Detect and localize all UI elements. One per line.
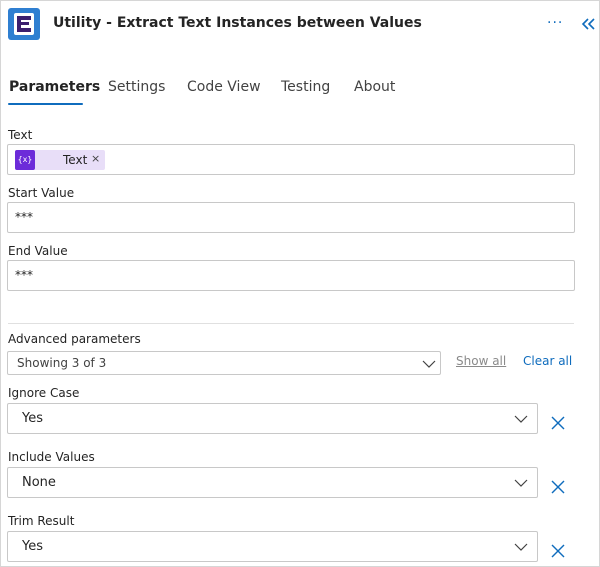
chevron-down-icon (514, 415, 528, 423)
panel-header: Utility - Extract Text Instances between… (1, 1, 599, 49)
more-options-button[interactable]: ··· (547, 13, 565, 33)
tab-parameters[interactable]: Parameters (9, 79, 100, 95)
end-value-text: *** (15, 268, 33, 282)
start-value-label: Start Value (8, 186, 75, 200)
section-divider (8, 323, 574, 324)
tab-code-view[interactable]: Code View (187, 79, 261, 95)
include-values-value: None (22, 475, 56, 490)
double-chevron-left-icon (581, 18, 595, 30)
chevron-down-icon (422, 360, 436, 368)
token-remove-icon[interactable]: × (91, 152, 100, 165)
text-label: Text (8, 128, 33, 142)
ignore-case-dropdown[interactable]: Yes (7, 403, 538, 434)
trim-result-label: Trim Result (8, 514, 75, 528)
active-tab-indicator (8, 103, 83, 105)
clear-all-link[interactable]: Clear all (523, 354, 572, 368)
collapse-panel-button[interactable] (581, 15, 595, 33)
tab-settings[interactable]: Settings (108, 79, 165, 95)
remove-parameter-icon[interactable] (551, 544, 565, 558)
start-value-field[interactable]: *** (7, 202, 575, 233)
tab-about[interactable]: About (354, 79, 395, 95)
advanced-parameters-value: Showing 3 of 3 (17, 356, 107, 370)
include-values-dropdown[interactable]: None (7, 467, 538, 498)
show-all-link[interactable]: Show all (456, 354, 506, 368)
include-values-label: Include Values (8, 450, 95, 464)
action-panel: Utility - Extract Text Instances between… (0, 0, 600, 567)
dynamic-content-token[interactable]: {x} Text × (15, 150, 105, 170)
remove-parameter-icon[interactable] (551, 480, 565, 494)
encodian-logo-icon (8, 8, 40, 40)
advanced-parameters-label: Advanced parameters (8, 332, 141, 346)
page-title: Utility - Extract Text Instances between… (53, 15, 422, 31)
chevron-down-icon (514, 479, 528, 487)
remove-parameter-icon[interactable] (551, 416, 565, 430)
ignore-case-value: Yes (22, 411, 43, 426)
ignore-case-label: Ignore Case (8, 386, 80, 400)
tab-bar: Parameters Settings Code View Testing Ab… (1, 75, 599, 107)
end-value-label: End Value (8, 244, 68, 258)
advanced-parameters-select[interactable]: Showing 3 of 3 (7, 351, 441, 375)
token-label: Text (63, 153, 88, 167)
chevron-down-icon (514, 543, 528, 551)
variable-icon: {x} (15, 150, 35, 170)
end-value-field[interactable]: *** (7, 260, 575, 291)
start-value-text: *** (15, 210, 33, 224)
tab-testing[interactable]: Testing (281, 79, 330, 95)
text-field[interactable]: {x} Text × (7, 144, 575, 175)
trim-result-value: Yes (22, 539, 43, 554)
trim-result-dropdown[interactable]: Yes (7, 531, 538, 562)
